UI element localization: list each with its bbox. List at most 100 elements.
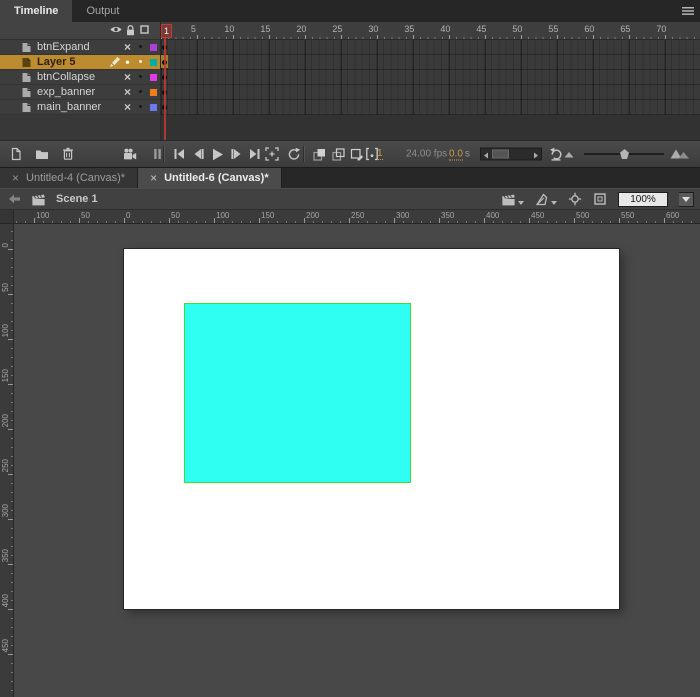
layer-row-main_banner[interactable]: main_banner × •: [0, 100, 160, 115]
close-icon[interactable]: ×: [12, 172, 19, 184]
layer-visibility-toggle[interactable]: ×: [121, 85, 134, 99]
layer-lock-toggle[interactable]: •: [134, 55, 147, 69]
layer-outline-swatch[interactable]: [147, 70, 160, 84]
layer-lock-toggle[interactable]: •: [134, 70, 147, 84]
zoom-level-input[interactable]: 100%: [618, 191, 668, 207]
active-layer-pencil-icon: [108, 100, 121, 114]
frame-rate-value[interactable]: 24.00 fps: [406, 149, 447, 160]
add-camera-button[interactable]: [119, 144, 141, 164]
edit-bar-controls: 100%: [501, 191, 700, 207]
pasteboard: [14, 224, 700, 697]
layer-row-btnexpand[interactable]: btnExpand × •: [0, 40, 160, 55]
close-icon[interactable]: ×: [150, 172, 157, 184]
active-layer-pencil-icon: [108, 85, 121, 99]
scroll-right-icon[interactable]: [534, 152, 538, 158]
h-ruler-tick: [169, 218, 170, 223]
timeline-scrollbar[interactable]: [480, 147, 542, 161]
show-hide-all-layers-eye-icon[interactable]: [110, 25, 122, 34]
tab-timeline[interactable]: Timeline: [0, 0, 73, 22]
panel-menu-icon[interactable]: [681, 5, 695, 17]
layer-outline-swatch[interactable]: [147, 85, 160, 99]
stage[interactable]: [124, 249, 619, 609]
frames-row-exp_banner[interactable]: [161, 85, 700, 100]
frames-row-main_banner[interactable]: [161, 100, 700, 115]
doc-tab-label: Untitled-4 (Canvas)*: [26, 172, 126, 184]
horizontal-ruler[interactable]: 100 50 0 50 100 150 200 250 300 350 400 450 500 550 60…: [14, 210, 700, 224]
h-ruler-tick: [79, 218, 80, 223]
doc-tab-untitled-4[interactable]: × Untitled-4 (Canvas)*: [0, 168, 139, 188]
new-layer-button[interactable]: [5, 144, 27, 164]
doc-tab-untitled-6[interactable]: × Untitled-6 (Canvas)*: [138, 168, 282, 188]
playhead-line[interactable]: [164, 38, 166, 140]
frame-number-10: 10: [224, 24, 235, 34]
parenting-view-button[interactable]: [146, 144, 168, 164]
slider-thumb[interactable]: [620, 149, 629, 159]
shrink-frame-view-button[interactable]: [561, 144, 577, 164]
lock-all-layers-icon[interactable]: [125, 25, 136, 36]
v-ruler-label: 300: [1, 503, 10, 517]
toolbar-divider: [163, 146, 164, 162]
elapsed-time-field[interactable]: 0.0 s: [449, 148, 470, 161]
cyan-rectangle-shape[interactable]: [184, 303, 411, 483]
layer-page-icon: [21, 72, 32, 83]
layer-visibility-toggle[interactable]: ×: [121, 70, 134, 84]
back-arrow-icon[interactable]: [8, 193, 21, 205]
clip-content-button[interactable]: [593, 192, 607, 206]
scrollbar-thumb[interactable]: [492, 149, 509, 159]
layer-page-icon: [21, 42, 32, 53]
frame-number-15: 15: [260, 24, 271, 34]
layer-outline-swatch[interactable]: [147, 40, 160, 54]
enlarge-frame-view-button[interactable]: [668, 144, 692, 164]
center-frame-button[interactable]: [261, 144, 283, 164]
layer-pane-header: [0, 22, 160, 40]
h-ruler-tick: [619, 218, 620, 223]
frame-number-35: 35: [404, 24, 415, 34]
frame-ruler-ticks: [161, 35, 700, 39]
tab-output[interactable]: Output: [72, 0, 133, 22]
layer-row-layer-5[interactable]: Layer 5 • •: [0, 55, 160, 70]
edit-scene-button[interactable]: [501, 193, 524, 206]
layer-name: exp_banner: [37, 86, 96, 98]
chevron-down-icon: [682, 196, 690, 202]
frames-pane[interactable]: 1 5 10 15 20 25 30 35 40 45 50 55 60 65 70: [161, 22, 700, 140]
layer-row-btncollapse[interactable]: btnCollapse × •: [0, 70, 160, 85]
outline-all-layers-icon[interactable]: [140, 25, 149, 34]
layer-lock-toggle[interactable]: •: [134, 85, 147, 99]
current-frame-field[interactable]: 1: [377, 148, 383, 160]
layer-visibility-toggle[interactable]: ×: [121, 40, 134, 54]
tab-timeline-label: Timeline: [14, 5, 59, 17]
playhead-marker[interactable]: 1: [161, 24, 172, 38]
layer-row-exp_banner[interactable]: exp_banner × •: [0, 85, 160, 100]
new-folder-button[interactable]: [31, 144, 53, 164]
v-ruler-tick: [8, 609, 13, 610]
loop-playback-button[interactable]: [283, 144, 305, 164]
h-ruler-label: 400: [486, 211, 500, 220]
delete-layer-button[interactable]: [57, 144, 79, 164]
h-ruler-tick: [394, 218, 395, 223]
frame-size-slider[interactable]: [584, 147, 664, 161]
frame-number-25: 25: [332, 24, 343, 34]
h-ruler-label: 50: [81, 211, 90, 220]
timeline-frame-ruler[interactable]: 1 5 10 15 20 25 30 35 40 45 50 55 60 65 70: [161, 22, 700, 40]
frame-number-70: 70: [656, 24, 667, 34]
center-stage-button[interactable]: [568, 192, 582, 206]
scene-clapperboard-icon: [31, 193, 46, 206]
h-ruler-label: 500: [576, 211, 590, 220]
frames-row-btncollapse[interactable]: [161, 70, 700, 85]
layer-outline-swatch[interactable]: [147, 55, 160, 69]
layer-visibility-toggle[interactable]: ×: [121, 100, 134, 114]
scroll-left-icon[interactable]: [484, 152, 488, 158]
frames-row-layer-5[interactable]: [161, 55, 700, 70]
scene-name: Scene 1: [56, 193, 98, 205]
layer-lock-toggle[interactable]: •: [134, 100, 147, 114]
frames-row-btnexpand[interactable]: [161, 40, 700, 55]
zoom-dropdown-button[interactable]: [679, 191, 694, 207]
edit-symbols-button[interactable]: [535, 192, 557, 206]
layer-outline-swatch[interactable]: [147, 100, 160, 114]
layer-visibility-toggle[interactable]: •: [121, 55, 134, 69]
layer-lock-toggle[interactable]: •: [134, 40, 147, 54]
v-ruler-label: 150: [1, 368, 10, 382]
layer-name: btnCollapse: [37, 71, 96, 83]
vertical-ruler[interactable]: 0 50 100 150 200 250 300 350 400 450: [0, 224, 14, 697]
active-layer-pencil-icon: [108, 70, 121, 84]
